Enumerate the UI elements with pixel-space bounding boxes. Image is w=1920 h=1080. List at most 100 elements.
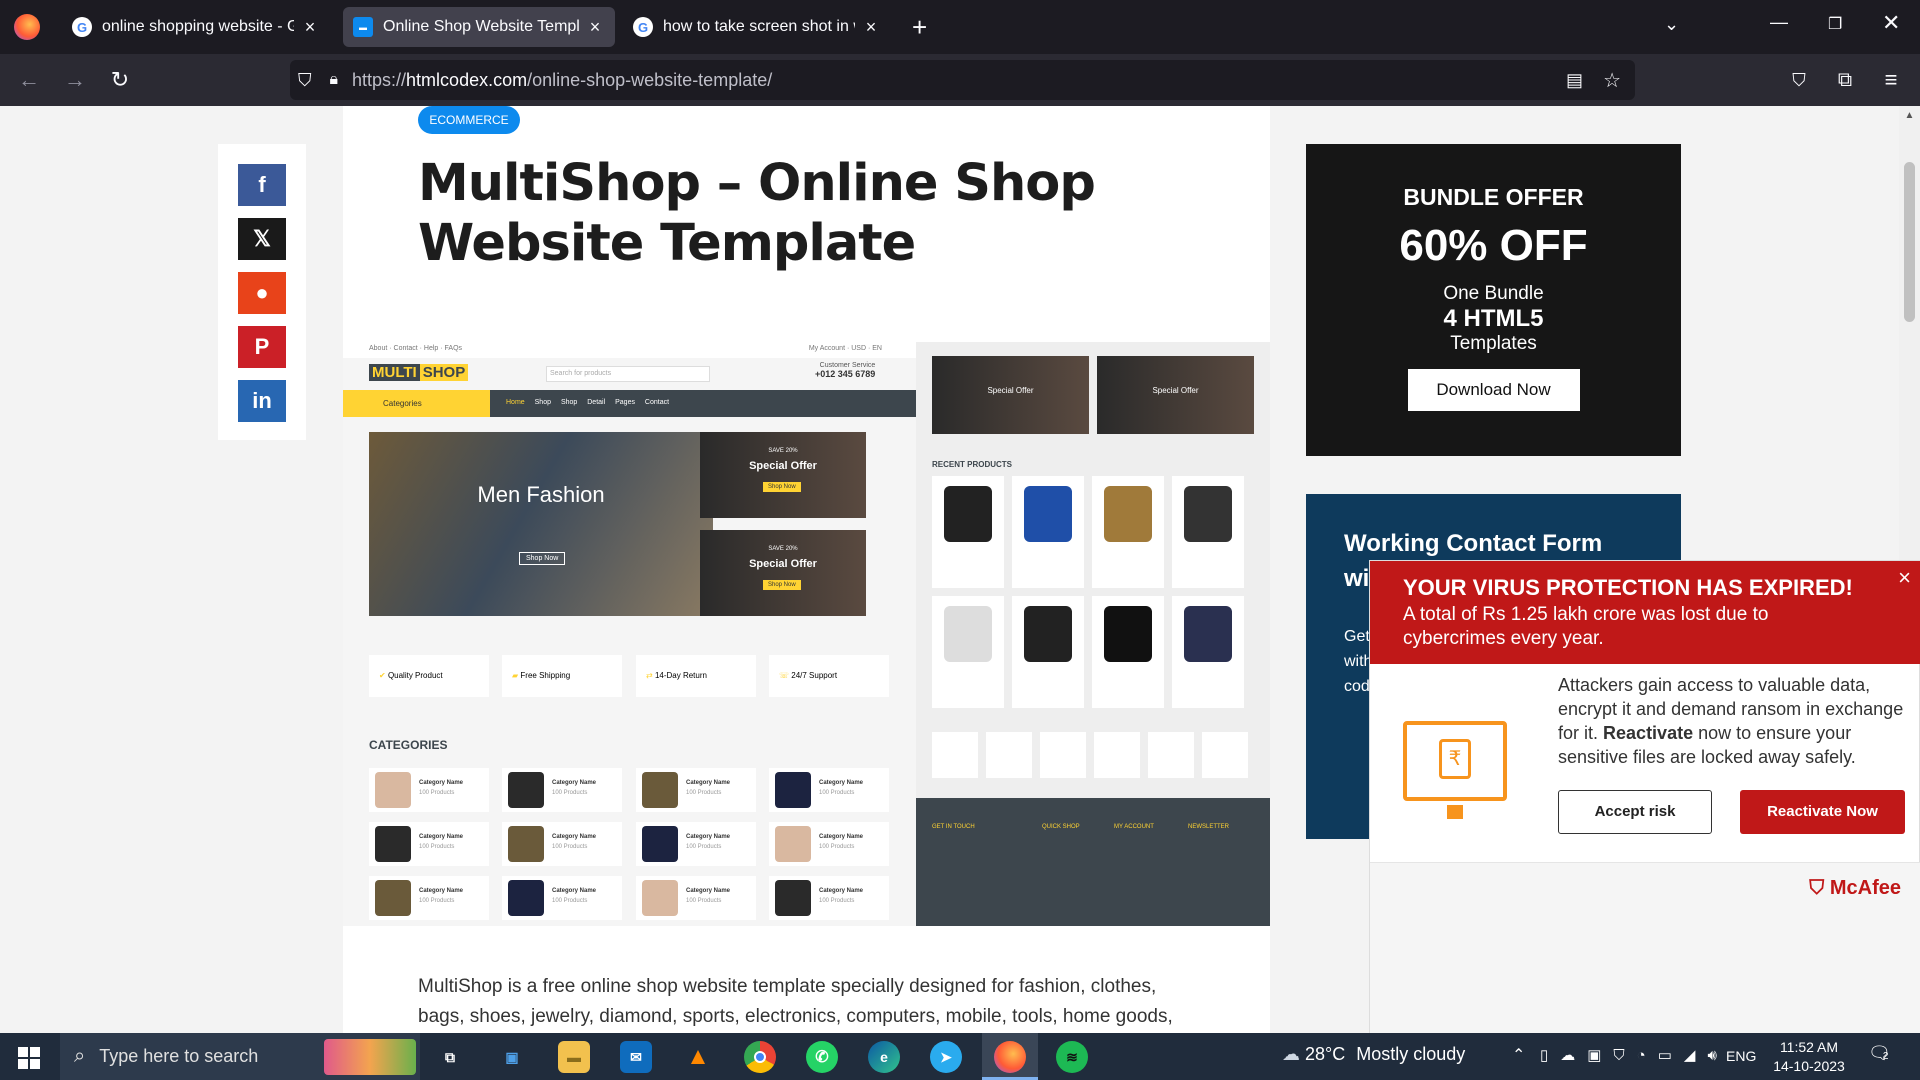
mcafee-shield-icon: ⛉ <box>1809 877 1825 899</box>
pocket-icon[interactable]: ⛉ <box>1786 68 1812 92</box>
extensions-icon[interactable]: ⧉ <box>1832 68 1858 92</box>
bookmark-star-icon[interactable]: ☆ <box>1603 68 1621 93</box>
task-view-icon[interactable]: ⧉ <box>434 1041 466 1073</box>
share-sidebar: f 𝕏 ● P in <box>218 144 306 440</box>
popup-close-icon[interactable]: × <box>1898 565 1911 591</box>
preview-recent-heading: RECENT PRODUCTS <box>932 460 1013 469</box>
back-icon[interactable]: ← <box>16 68 42 92</box>
preview-categories-heading: CATEGORIES <box>369 738 448 752</box>
preview-category-thumb <box>375 772 411 808</box>
popup-footer: ⛉ McAfee <box>1370 862 1920 1034</box>
preview-category-thumb <box>642 772 678 808</box>
preview-product-card <box>1172 596 1244 708</box>
preview-feature: ⇄ 14-Day Return <box>636 655 756 697</box>
clock[interactable]: 11:52 AM 14-10-2023 <box>1768 1038 1850 1076</box>
preview-vendor-logo <box>1094 732 1140 778</box>
vlc-icon[interactable]: ▲ <box>682 1041 714 1073</box>
reactivate-now-button[interactable]: Reactivate Now <box>1740 790 1905 834</box>
preview-feature: ▰ Free Shipping <box>502 655 622 697</box>
edge-icon[interactable]: e <box>868 1041 900 1073</box>
monitor-lock-icon: ₹ <box>1403 721 1507 819</box>
mcafee-popup: YOUR VIRUS PROTECTION HAS EXPIRED! A tot… <box>1369 560 1920 1034</box>
whatsapp-icon[interactable]: ✆ <box>806 1041 838 1073</box>
url-domain: htmlcodex.com <box>406 69 528 90</box>
close-tab-icon[interactable]: × <box>861 17 881 38</box>
article-title: MultiShop – Online Shop Website Template <box>418 154 1096 273</box>
preview-right: Special Offer Special Offer RECENT PRODU… <box>916 342 1270 926</box>
hamburger-menu-icon[interactable]: ≡ <box>1878 68 1904 92</box>
preview-product-card <box>1172 476 1244 588</box>
file-explorer-icon[interactable]: ▬ <box>558 1041 590 1073</box>
preview-feature: ✔ Quality Product <box>369 655 489 697</box>
scrollbar-thumb[interactable] <box>1904 162 1915 322</box>
search-highlight-icon <box>324 1039 416 1075</box>
file-manager-icon[interactable]: ▣ <box>496 1041 528 1073</box>
category-badge[interactable]: ECOMMERCE <box>418 106 520 134</box>
mcafee-logo: ⛉ McAfee <box>1809 877 1901 899</box>
list-tabs-chevron-icon[interactable]: ⌄ <box>1664 14 1679 35</box>
forward-icon[interactable]: → <box>62 68 88 92</box>
search-icon: ⌕ <box>74 1045 86 1067</box>
firefox-menu-icon[interactable] <box>14 14 40 40</box>
preview-hero: Men Fashion Shop Now <box>369 432 713 616</box>
spotify-icon[interactable]: ≋ <box>1056 1041 1088 1073</box>
preview-vendor-logo <box>986 732 1032 778</box>
tab-google-search[interactable]: G online shopping website - Google × <box>62 7 330 47</box>
preview-feature: ☏ 24/7 Support <box>769 655 889 697</box>
preview-category-card: Category Name 100 Products <box>502 768 622 812</box>
preview-category-card: Category Name 100 Products <box>769 768 889 812</box>
accept-risk-button[interactable]: Accept risk <box>1558 790 1712 834</box>
preview-logo: MULTI SHOP <box>369 364 469 381</box>
reader-view-icon[interactable]: ▤ <box>1566 70 1583 91</box>
windows-start-icon[interactable] <box>18 1047 40 1069</box>
google-icon: G <box>633 17 653 37</box>
bundle-offer-ad[interactable]: BUNDLE OFFER 60% OFF One Bundle 4 HTML5 … <box>1306 144 1681 456</box>
preview-product-card <box>932 476 1004 588</box>
preview-offer-1: SAVE 20% Special Offer Shop Now <box>700 432 866 518</box>
browser-tab-bar: G online shopping website - Google × ▬ O… <box>0 0 1920 54</box>
preview-navbar: Categories Home Shop Shop Detail Pages C… <box>343 390 916 417</box>
taskbar-search-box[interactable]: ⌕ Type here to search <box>60 1033 420 1080</box>
pinterest-share-button[interactable]: P <box>238 326 286 368</box>
language-indicator[interactable]: ENG <box>1726 1048 1756 1064</box>
tray-icons[interactable]: ▯☁▣⛉◔▭◢🔊︎ <box>1540 1046 1729 1064</box>
chrome-icon[interactable] <box>744 1041 776 1073</box>
telegram-icon[interactable]: ➤ <box>930 1041 962 1073</box>
preview-product-thumb <box>944 486 992 542</box>
new-tab-icon[interactable]: + <box>912 12 927 43</box>
tab-online-shop[interactable]: ▬ Online Shop Website Template × <box>343 7 615 47</box>
close-tab-icon[interactable]: × <box>300 17 320 38</box>
firefox-taskbar-active[interactable] <box>982 1033 1038 1080</box>
windows-taskbar: ⌕ Type here to search ⧉ ▣ ▬ ✉ ▲ ✆ e ➤ ≋ … <box>0 1033 1920 1080</box>
shield-icon[interactable]: ⛉ <box>298 70 312 91</box>
popup-header: YOUR VIRUS PROTECTION HAS EXPIRED! A tot… <box>1370 561 1920 664</box>
linkedin-share-button[interactable]: in <box>238 380 286 422</box>
template-preview-image: About · Contact · Help · FAQs My Account… <box>343 342 1270 926</box>
preview-category-thumb <box>775 826 811 862</box>
reload-icon[interactable]: ↻ <box>107 68 133 92</box>
close-window-icon[interactable]: ✕ <box>1882 10 1900 36</box>
preview-product-thumb <box>1184 606 1232 662</box>
preview-search: Search for products <box>546 366 710 382</box>
reddit-share-button[interactable]: ● <box>238 272 286 314</box>
preview-category-card: Category Name 100 Products <box>636 768 756 812</box>
preview-category-card: Category Name 100 Products <box>502 822 622 866</box>
preview-product-thumb <box>1024 486 1072 542</box>
tab-screenshot-search[interactable]: G how to take screen shot in windows × <box>623 7 891 47</box>
facebook-share-button[interactable]: f <box>238 164 286 206</box>
mail-icon[interactable]: ✉ <box>620 1041 652 1073</box>
notifications-icon[interactable]: 🗨︎2 <box>1868 1043 1891 1064</box>
lock-icon[interactable]: 🔒︎ <box>330 71 339 89</box>
preview-category-card: Category Name 100 Products <box>502 876 622 920</box>
restore-icon[interactable]: ❐ <box>1828 14 1842 34</box>
scroll-up-icon[interactable]: ▲ <box>1899 110 1920 121</box>
preview-customer-service: Customer Service <box>819 362 876 369</box>
address-bar[interactable]: ⛉ 🔒︎ https://htmlcodex.com/online-shop-w… <box>290 60 1635 100</box>
download-now-button[interactable]: Download Now <box>1407 369 1580 411</box>
weather-widget[interactable]: ☁ 28°C Mostly cloudy <box>1282 1044 1465 1065</box>
minimize-icon[interactable]: — <box>1770 12 1788 33</box>
x-share-button[interactable]: 𝕏 <box>238 218 286 260</box>
close-tab-icon[interactable]: × <box>585 17 605 38</box>
tray-chevron-icon[interactable]: ⌃ <box>1512 1045 1525 1065</box>
preview-category-card: Category Name 100 Products <box>769 876 889 920</box>
